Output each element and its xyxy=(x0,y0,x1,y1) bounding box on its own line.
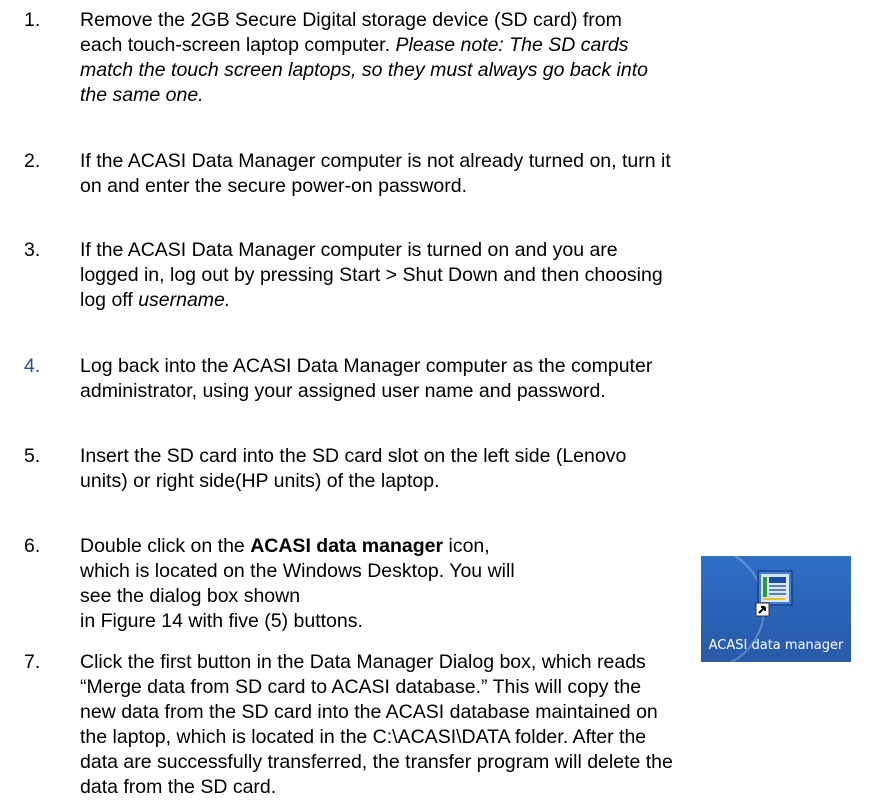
step-text: Log back into the ACASI Data Manager com… xyxy=(80,355,653,377)
step-text: log off xyxy=(80,289,139,311)
step-note: match the touch screen laptops, so they … xyxy=(80,59,648,81)
instructions-page: 1. Remove the 2GB Secure Digital storage… xyxy=(0,0,869,804)
step-number: 2. xyxy=(24,150,41,172)
step-text: administrator, using your assigned user … xyxy=(80,380,606,402)
step-text: Remove the 2GB Secure Digital storage de… xyxy=(80,9,622,31)
step-number: 6. xyxy=(24,535,41,557)
step-number: 1. xyxy=(24,9,41,31)
app-name: ACASI data manager xyxy=(250,535,444,557)
step-text: Double click on the xyxy=(80,535,251,557)
step-number: 3. xyxy=(24,239,41,261)
step-5: 5. Insert the SD card into the SD card s… xyxy=(24,444,864,494)
step-note: username. xyxy=(138,289,231,311)
step-text: If the ACASI Data Manager computer is no… xyxy=(80,150,671,172)
step-text: icon, xyxy=(443,535,490,557)
step-text: on and enter the secure power-on passwor… xyxy=(80,175,467,197)
step-1: 1. Remove the 2GB Secure Digital storage… xyxy=(24,8,864,108)
step-6: 6. Double click on the ACASI data manage… xyxy=(24,534,664,634)
step-3: 3. If the ACASI Data Manager computer is… xyxy=(24,238,864,313)
step-text: each touch-screen laptop computer. xyxy=(80,34,396,56)
step-number: 7. xyxy=(24,651,41,673)
step-text: the laptop, which is located in the C:\A… xyxy=(80,726,647,748)
step-text: see the dialog box shown xyxy=(80,585,301,607)
step-number: 5. xyxy=(24,445,41,467)
step-text: new data from the SD card into the ACASI… xyxy=(80,701,658,723)
step-2: 2. If the ACASI Data Manager computer is… xyxy=(24,149,864,199)
step-text: logged in, log out by pressing Start > S… xyxy=(80,264,663,286)
step-text: If the ACASI Data Manager computer is tu… xyxy=(80,239,618,261)
step-text: which is located on the Windows Desktop.… xyxy=(80,560,515,582)
acasi-data-manager-icon xyxy=(755,570,793,617)
step-text: data are successfully transferred, the t… xyxy=(80,751,673,773)
step-note: Please note: The SD cards xyxy=(395,34,629,56)
step-number: 4. xyxy=(24,355,41,377)
step-text: data from the SD card. xyxy=(80,776,277,798)
acasi-data-manager-desktop-icon[interactable]: ACASI data manager xyxy=(701,556,851,662)
step-4: 4. Log back into the ACASI Data Manager … xyxy=(24,354,864,404)
step-text: units) or right side(HP units) of the la… xyxy=(80,470,440,492)
step-note: the same one. xyxy=(80,84,204,106)
step-7: 7. Click the first button in the Data Ma… xyxy=(24,650,864,800)
step-text: Click the first button in the Data Manag… xyxy=(80,651,646,673)
step-text: “Merge data from SD card to ACASI databa… xyxy=(80,676,642,698)
step-text: Insert the SD card into the SD card slot… xyxy=(80,445,627,467)
step-text: in Figure 14 with five (5) buttons. xyxy=(80,610,363,632)
